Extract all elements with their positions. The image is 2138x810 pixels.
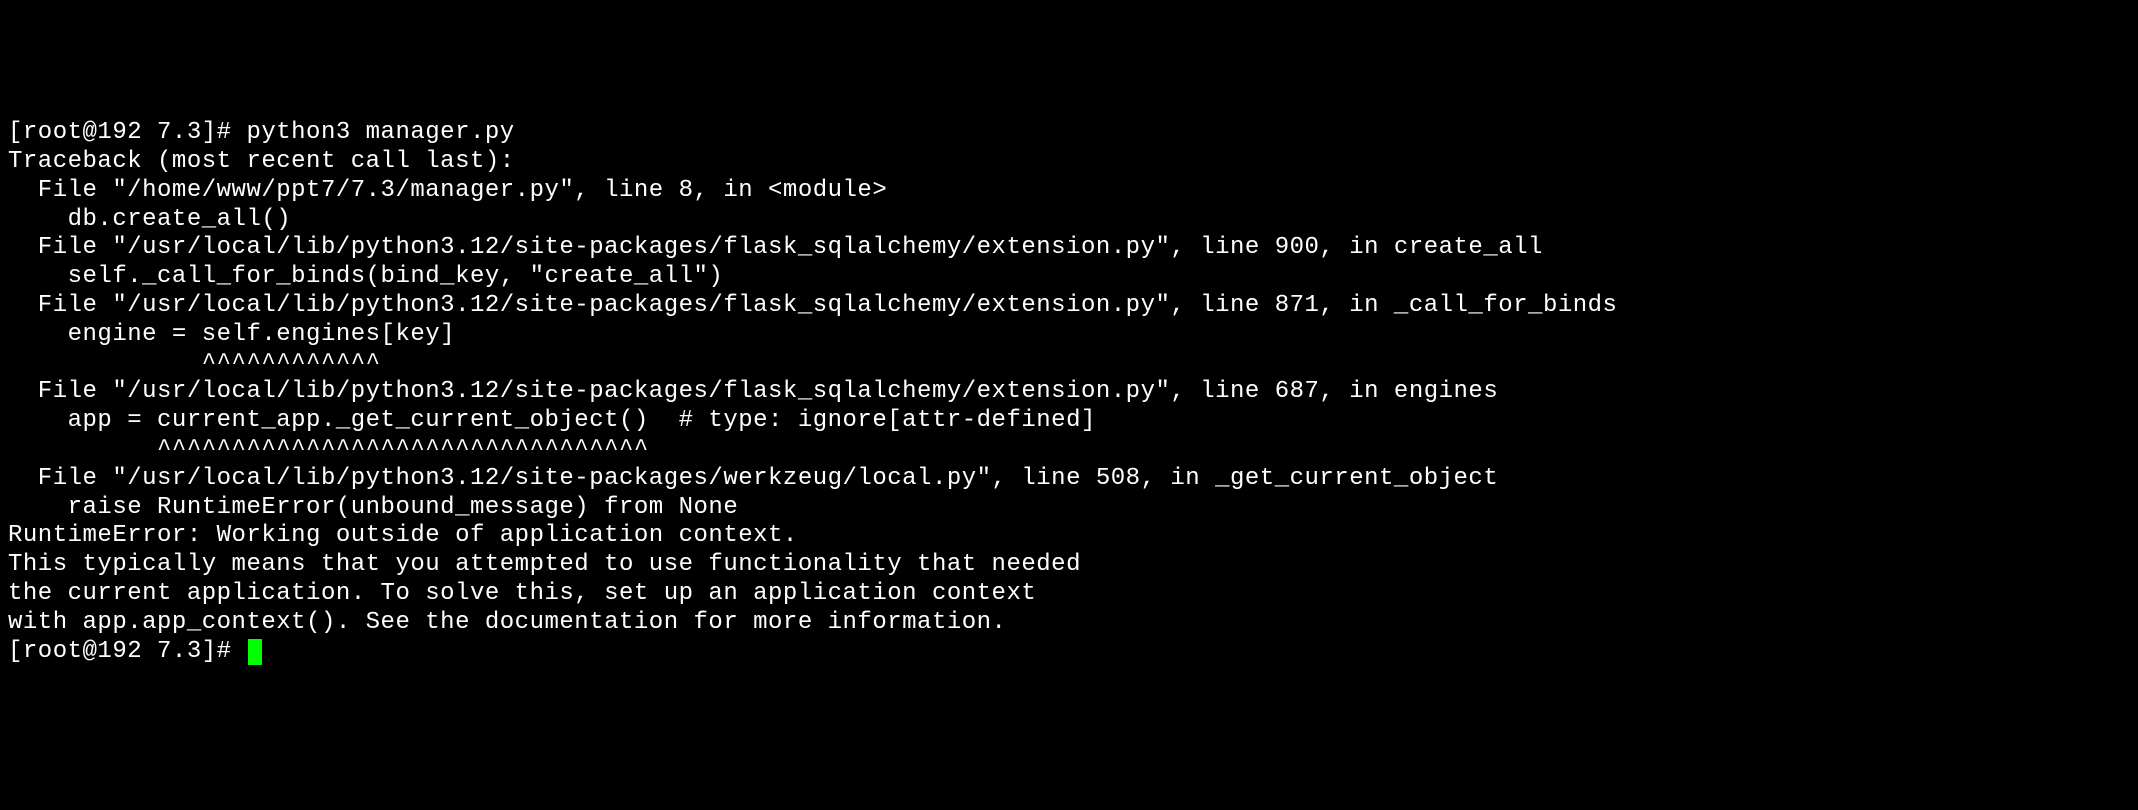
terminal-output[interactable]: [root@192 7.3]# python3 manager.pyTraceb… <box>8 119 2130 666</box>
terminal-line: ^^^^^^^^^^^^ <box>8 350 2130 379</box>
terminal-line: File "/usr/local/lib/python3.12/site-pac… <box>8 234 2130 263</box>
terminal-line: File "/usr/local/lib/python3.12/site-pac… <box>8 292 2130 321</box>
terminal-line: raise RuntimeError(unbound_message) from… <box>8 494 2130 523</box>
terminal-line: File "/usr/local/lib/python3.12/site-pac… <box>8 378 2130 407</box>
terminal-prompt-line[interactable]: [root@192 7.3]# <box>8 638 2130 667</box>
terminal-line: the current application. To solve this, … <box>8 580 2130 609</box>
terminal-line: This typically means that you attempted … <box>8 551 2130 580</box>
terminal-line: app = current_app._get_current_object() … <box>8 407 2130 436</box>
cursor-icon <box>248 639 262 665</box>
terminal-line: ^^^^^^^^^^^^^^^^^^^^^^^^^^^^^^^^^ <box>8 436 2130 465</box>
terminal-line: with app.app_context(). See the document… <box>8 609 2130 638</box>
shell-prompt: [root@192 7.3]# <box>8 638 246 665</box>
terminal-line: [root@192 7.3]# python3 manager.py <box>8 119 2130 148</box>
terminal-line: self._call_for_binds(bind_key, "create_a… <box>8 263 2130 292</box>
terminal-line: File "/usr/local/lib/python3.12/site-pac… <box>8 465 2130 494</box>
terminal-line: db.create_all() <box>8 206 2130 235</box>
terminal-line: engine = self.engines[key] <box>8 321 2130 350</box>
terminal-line: Traceback (most recent call last): <box>8 148 2130 177</box>
terminal-line: File "/home/www/ppt7/7.3/manager.py", li… <box>8 177 2130 206</box>
terminal-line: RuntimeError: Working outside of applica… <box>8 522 2130 551</box>
